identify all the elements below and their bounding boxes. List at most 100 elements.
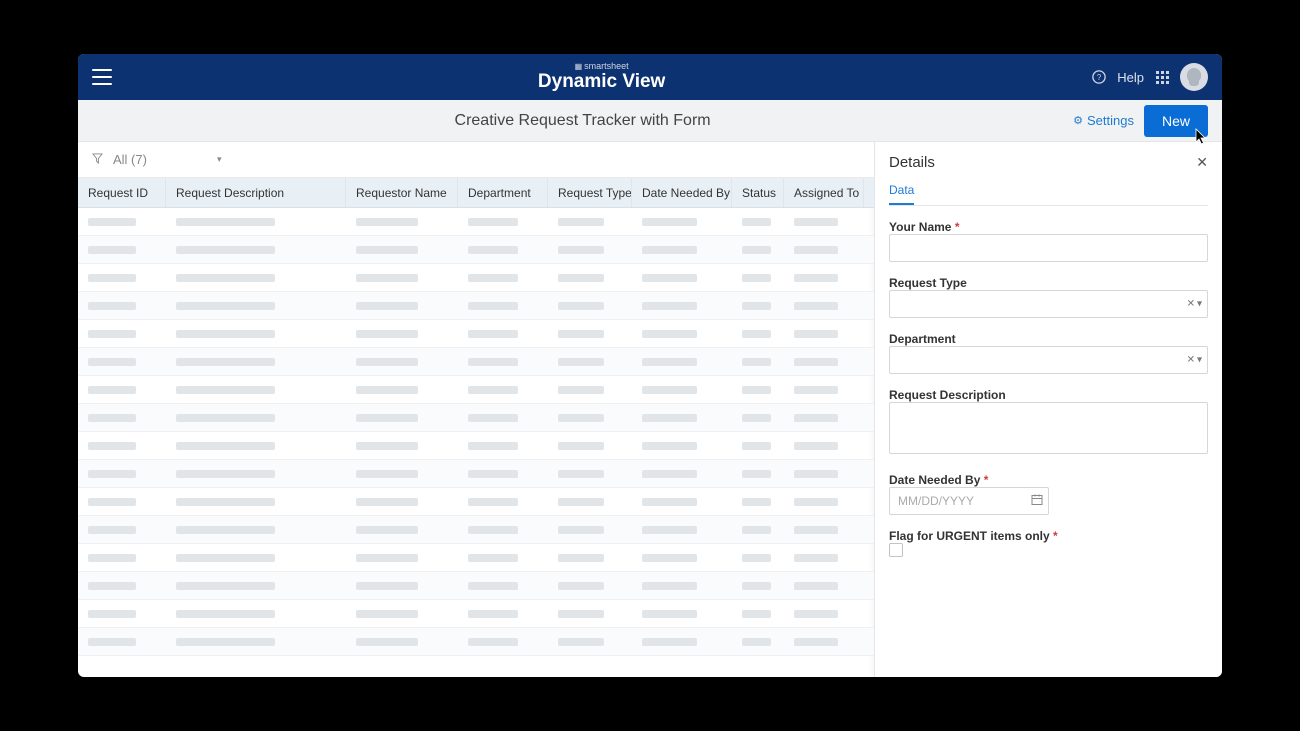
table-cell [346, 638, 458, 646]
department-select[interactable] [889, 346, 1208, 374]
your-name-input[interactable] [889, 234, 1208, 262]
table-cell [166, 526, 346, 534]
app-window: smartsheet Dynamic View ? Help Creative … [78, 54, 1222, 677]
table-cell [78, 442, 166, 450]
column-header[interactable]: Department [458, 178, 548, 207]
help-label[interactable]: Help [1117, 70, 1144, 85]
column-header[interactable]: Request ID [78, 178, 166, 207]
request-type-select[interactable] [889, 290, 1208, 318]
field-your-name: Your Name * [889, 220, 1208, 262]
table-cell [732, 554, 784, 562]
urgent-flag-checkbox[interactable] [889, 543, 903, 557]
date-needed-input[interactable] [889, 487, 1049, 515]
help-icon[interactable]: ? [1091, 69, 1107, 85]
department-label: Department [889, 332, 1208, 346]
chevron-down-icon[interactable]: ▾ [1197, 299, 1202, 310]
page-title: Creative Request Tracker with Form [92, 112, 1073, 130]
table-body [78, 208, 874, 656]
table-cell [346, 386, 458, 394]
table-cell [548, 330, 632, 338]
apps-icon[interactable] [1154, 69, 1170, 85]
table-cell [346, 610, 458, 618]
table-cell [458, 582, 548, 590]
table-cell [732, 498, 784, 506]
column-header[interactable]: Date Needed By [632, 178, 732, 207]
table-row[interactable] [78, 488, 874, 516]
column-header[interactable]: Assigned To [784, 178, 864, 207]
calendar-icon[interactable] [1031, 494, 1043, 509]
new-button[interactable]: New [1144, 105, 1208, 137]
column-header[interactable]: Requestor Name [346, 178, 458, 207]
table-cell [732, 358, 784, 366]
table-cell [78, 638, 166, 646]
table-cell [784, 358, 864, 366]
table-row[interactable] [78, 348, 874, 376]
filter-dropdown[interactable]: All (7) [113, 152, 147, 167]
table-row[interactable] [78, 236, 874, 264]
panel-title: Details [889, 154, 935, 171]
table-cell [78, 498, 166, 506]
table-cell [732, 582, 784, 590]
table-cell [548, 554, 632, 562]
column-header[interactable]: Status [732, 178, 784, 207]
table-area: All (7) ▾ Request IDRequest DescriptionR… [78, 142, 874, 677]
field-department: Department ✕▾ [889, 332, 1208, 374]
table-cell [458, 442, 548, 450]
chevron-down-icon[interactable]: ▾ [217, 154, 222, 165]
table-cell [632, 442, 732, 450]
field-urgent-flag: Flag for URGENT items only * [889, 529, 1208, 557]
table-row[interactable] [78, 404, 874, 432]
table-cell [632, 358, 732, 366]
table-cell [632, 218, 732, 226]
table-row[interactable] [78, 320, 874, 348]
table-cell [732, 218, 784, 226]
table-cell [548, 302, 632, 310]
table-cell [732, 302, 784, 310]
content-area: All (7) ▾ Request IDRequest DescriptionR… [78, 142, 1222, 677]
table-row[interactable] [78, 376, 874, 404]
table-row[interactable] [78, 516, 874, 544]
filter-icon[interactable] [92, 153, 103, 167]
column-header[interactable]: Request Type [548, 178, 632, 207]
column-header[interactable]: Request Description [166, 178, 346, 207]
table-row[interactable] [78, 600, 874, 628]
table-row[interactable] [78, 544, 874, 572]
table-cell [632, 470, 732, 478]
table-cell [458, 274, 548, 282]
required-marker: * [1053, 529, 1058, 543]
table-cell [548, 638, 632, 646]
table-cell [78, 246, 166, 254]
menu-icon[interactable] [92, 69, 112, 85]
close-icon[interactable]: ✕ [1196, 154, 1208, 171]
table-row[interactable] [78, 208, 874, 236]
table-row[interactable] [78, 264, 874, 292]
table-cell [346, 330, 458, 338]
tab-data[interactable]: Data [889, 183, 914, 205]
chevron-down-icon[interactable]: ▾ [1197, 355, 1202, 366]
table-cell [346, 358, 458, 366]
table-cell [784, 526, 864, 534]
table-cell [548, 386, 632, 394]
table-row[interactable] [78, 460, 874, 488]
table-cell [166, 386, 346, 394]
table-row[interactable] [78, 432, 874, 460]
clear-icon[interactable]: ✕ [1187, 299, 1195, 310]
table-cell [784, 218, 864, 226]
table-cell [78, 302, 166, 310]
panel-tabs: Data [889, 181, 1208, 206]
table-cell [548, 610, 632, 618]
table-cell [732, 330, 784, 338]
table-cell [166, 638, 346, 646]
table-row[interactable] [78, 572, 874, 600]
request-description-input[interactable] [889, 402, 1208, 454]
table-cell [548, 274, 632, 282]
table-cell [166, 330, 346, 338]
table-row[interactable] [78, 292, 874, 320]
table-cell [548, 470, 632, 478]
avatar[interactable] [1180, 63, 1208, 91]
settings-link[interactable]: ⚙ Settings [1073, 113, 1134, 128]
table-cell [166, 554, 346, 562]
clear-icon[interactable]: ✕ [1187, 355, 1195, 366]
table-row[interactable] [78, 628, 874, 656]
table-cell [784, 246, 864, 254]
